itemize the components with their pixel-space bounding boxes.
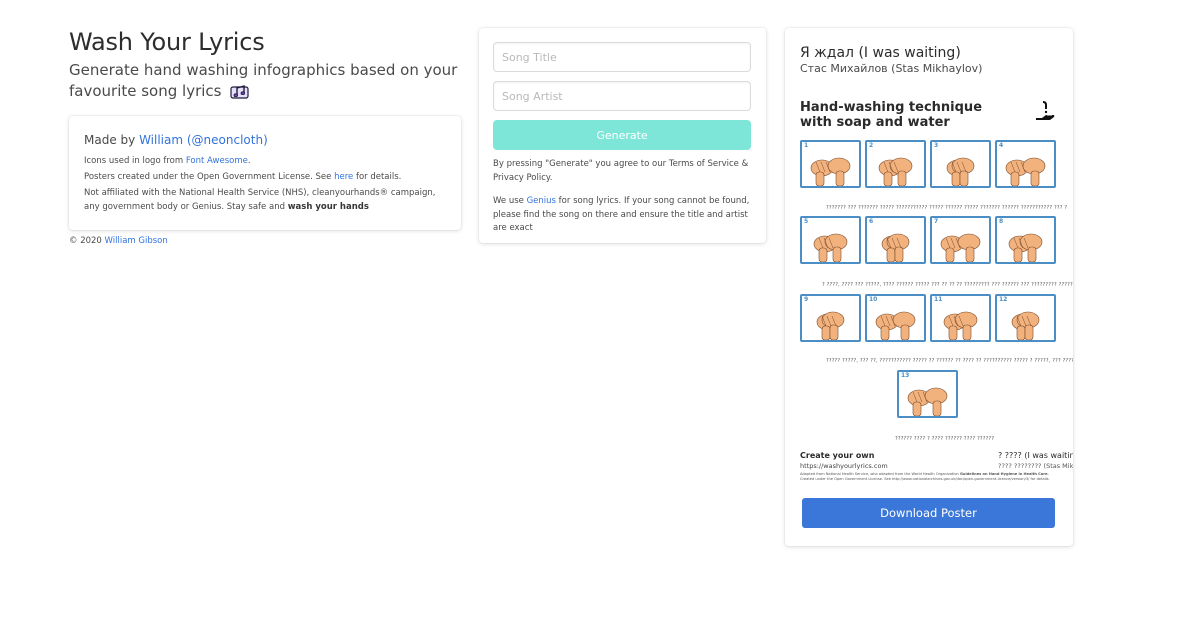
copyright-prefix: © 2020 <box>69 236 105 246</box>
song-title-input[interactable] <box>493 42 751 72</box>
poster-fine-print: Adapted from National Health Service, wh… <box>800 472 1060 482</box>
hands-illustration-icon <box>878 157 913 186</box>
poster-song-title: Я ждал (I was waiting) <box>800 45 961 61</box>
generate-button[interactable]: Generate <box>493 120 751 150</box>
hands-illustration-icon <box>1008 233 1043 262</box>
technique-title: Hand-washing technique with soap and wat… <box>800 100 982 130</box>
technique-title-line1: Hand-washing technique <box>800 100 983 115</box>
hand-washing-step: 8 <box>995 216 1056 264</box>
hands-illustration-icon <box>813 233 848 262</box>
genius-notice: We use Genius for song lyrics. If your s… <box>493 195 752 236</box>
music-notes-icon <box>230 83 249 105</box>
create-your-own: Create your own <box>800 451 875 460</box>
hands-illustration-icon <box>881 233 910 262</box>
poster-site-url: https://washyourlyrics.com <box>800 462 888 470</box>
song-artist-input[interactable] <box>493 81 751 111</box>
font-awesome-link[interactable]: Font Awesome <box>186 156 248 166</box>
poster-card: Я ждал (I was waiting) Стас Михайлов (St… <box>785 28 1073 546</box>
intro-section: Wash Your Lyrics Generate hand washing i… <box>69 28 461 230</box>
hands-illustration-icon <box>816 311 845 340</box>
icons-credit-suffix: . <box>247 156 251 166</box>
adapted-bold: Guidelines on Hand Hygiene in Health Car… <box>959 472 1049 476</box>
affiliation-text: Not affiliated with the National Health … <box>84 188 436 212</box>
made-by-line: Made by William (@neoncloth) <box>84 131 446 149</box>
hand-washing-step: 10 <box>865 294 926 342</box>
hand-washing-step: 3 <box>930 140 991 188</box>
license-suffix: for details. <box>353 172 402 182</box>
adapted-prefix: Adapted from National Health Service, wh… <box>800 472 960 476</box>
hand-washing-step: 9 <box>800 294 861 342</box>
terms-notice: By pressing "Generate" you agree to our … <box>493 159 749 183</box>
page-subtitle: Generate hand washing infographics based… <box>69 60 461 105</box>
subtitle-text: Generate hand washing infographics based… <box>69 61 458 100</box>
wash-hands-emphasis: wash your hands <box>287 202 369 212</box>
copyright: © 2020 William Gibson <box>69 236 168 246</box>
license-note: Posters created under the Open Governmen… <box>84 170 446 184</box>
hands-illustration-icon <box>875 311 916 340</box>
license-here-link[interactable]: here <box>334 172 353 182</box>
hands-illustration-icon <box>1005 157 1046 186</box>
lyric-row: ??????? ??? ??????? ????? ??????????? ??… <box>826 205 1068 211</box>
hands-illustration-icon <box>907 387 948 416</box>
song-form-card: Generate By pressing "Generate" you agre… <box>479 28 766 243</box>
author-handle-link[interactable]: (@neoncloth) <box>187 133 268 147</box>
poster-footer-song: ? ???? (I was waiting) <box>998 451 1073 460</box>
download-poster-button[interactable]: Download Poster <box>802 498 1055 528</box>
poster-license-line: Created under the Open Government Licens… <box>800 477 1050 481</box>
hand-washing-step: 6 <box>865 216 926 264</box>
hand-washing-step: 12 <box>995 294 1056 342</box>
hand-washing-step: 7 <box>930 216 991 264</box>
hands-illustration-icon <box>810 157 851 186</box>
icons-credit: Icons used in logo from Font Awesome. <box>84 154 446 168</box>
hand-washing-step: 4 <box>995 140 1056 188</box>
hand-washing-step: 5 <box>800 216 861 264</box>
affiliation-disclaimer: Not affiliated with the National Health … <box>84 186 446 214</box>
icons-credit-prefix: Icons used in logo from <box>84 156 186 166</box>
hand-washing-step: 2 <box>865 140 926 188</box>
genius-prefix: We use <box>493 196 527 206</box>
author-link[interactable]: William <box>139 133 183 147</box>
made-by-prefix: Made by <box>84 133 140 147</box>
license-prefix: Posters created under the Open Governmen… <box>84 172 335 182</box>
hand-washing-step: 11 <box>930 294 991 342</box>
hand-washing-step: 1 <box>800 140 861 188</box>
lyric-row: ? ????, ???? ??? ?????, ???? ?????? ????… <box>822 282 1073 288</box>
hand-washing-icon <box>1034 100 1058 128</box>
hands-illustration-icon <box>946 157 975 186</box>
hand-washing-step: 13 <box>897 370 958 418</box>
lyric-row: ?????? ???? ? ???? ?????? ???? ?????? <box>895 436 995 442</box>
page-title: Wash Your Lyrics <box>69 28 265 56</box>
lyric-row: ????? ?????, ??? ??, ??????????? ????? ?… <box>826 358 1073 364</box>
poster-song-artist: Стас Михайлов (Stas Mikhaylov) <box>800 62 983 75</box>
info-card: Made by William (@neoncloth) Icons used … <box>69 116 461 230</box>
poster-footer-artist: ???? ???????? (Stas Mikhaylov) <box>998 462 1073 470</box>
hands-illustration-icon <box>1011 311 1040 340</box>
copyright-author-link[interactable]: William Gibson <box>105 236 168 246</box>
hands-illustration-icon <box>940 233 981 262</box>
poster-preview: Я ждал (I was waiting) Стас Михайлов (St… <box>800 44 1073 484</box>
hands-illustration-icon <box>943 311 978 340</box>
technique-title-line2: with soap and water <box>800 115 950 130</box>
genius-link[interactable]: Genius <box>527 196 556 206</box>
